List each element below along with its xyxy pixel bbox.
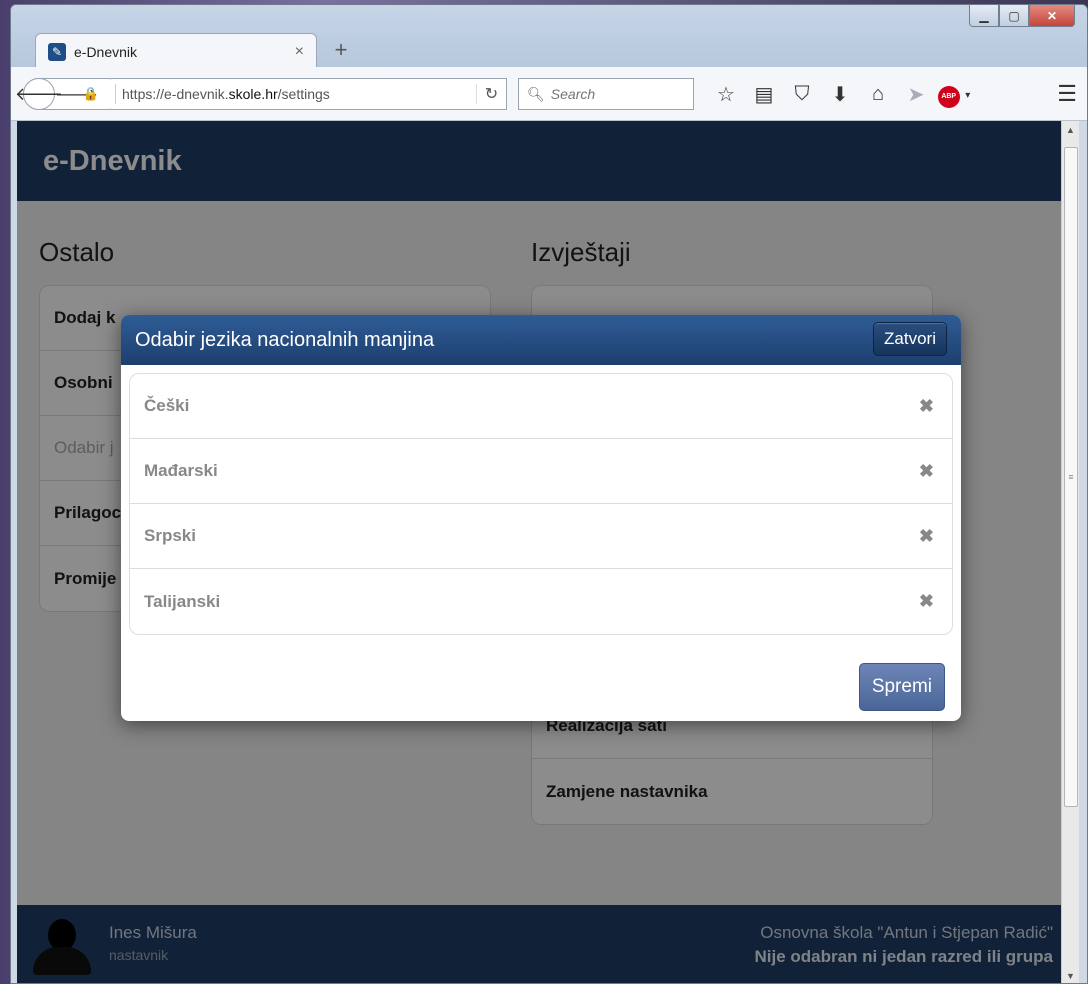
list-item: Srpski ✖ bbox=[130, 504, 952, 569]
forward-button[interactable]: 🡒 bbox=[55, 84, 98, 105]
share-icon[interactable]: ➤ bbox=[897, 82, 935, 107]
remove-icon[interactable]: ✖ bbox=[919, 591, 934, 612]
navigation-bar: 🡐 🡒 🔒 https://e-dnevnik.skole.hr/setting… bbox=[11, 67, 1087, 121]
download-icon[interactable]: ⬇ bbox=[821, 82, 859, 107]
url-prefix: https://e-dnevnik. bbox=[122, 86, 229, 102]
url-separator bbox=[115, 84, 116, 104]
hamburger-menu-icon[interactable]: ☰ bbox=[1057, 81, 1077, 107]
list-item: Češki ✖ bbox=[130, 374, 952, 439]
url-text[interactable]: https://e-dnevnik.skole.hr/settings bbox=[122, 86, 476, 102]
browser-window: ▁ ▢ ✕ ✎ e-Dnevnik × + 🡐 🡒 🔒 https://e-dn… bbox=[10, 4, 1088, 984]
scroll-thumb[interactable]: ≡ bbox=[1064, 147, 1078, 807]
modal-title: Odabir jezika nacionalnih manjina bbox=[135, 328, 435, 351]
language-name: Mađarski bbox=[144, 461, 218, 480]
url-bar[interactable]: https://e-dnevnik.skole.hr/settings ↻ bbox=[111, 78, 507, 110]
remove-icon[interactable]: ✖ bbox=[919, 396, 934, 417]
remove-icon[interactable]: ✖ bbox=[919, 461, 934, 482]
scroll-up-icon[interactable]: ▲ bbox=[1062, 121, 1079, 139]
scroll-down-icon[interactable]: ▼ bbox=[1062, 967, 1079, 983]
new-tab-button[interactable]: + bbox=[329, 37, 353, 63]
home-icon[interactable]: ⌂ bbox=[859, 83, 897, 106]
star-icon[interactable]: ☆ bbox=[707, 82, 745, 107]
browser-tab[interactable]: ✎ e-Dnevnik × bbox=[35, 33, 317, 69]
minimize-button[interactable]: ▁ bbox=[969, 5, 999, 27]
adblock-icon[interactable]: ABP ▾ bbox=[935, 81, 973, 108]
maximize-button[interactable]: ▢ bbox=[999, 5, 1029, 27]
window-controls: ▁ ▢ ✕ bbox=[969, 5, 1075, 31]
language-name: Češki bbox=[144, 396, 190, 415]
favicon-icon: ✎ bbox=[48, 42, 66, 61]
language-list: Češki ✖ Mađarski ✖ Srpski ✖ Talijanski ✖ bbox=[129, 373, 953, 635]
search-box[interactable]: 🔍︎ bbox=[518, 78, 694, 110]
list-item: Talijanski ✖ bbox=[130, 569, 952, 634]
url-path: /settings bbox=[277, 86, 330, 102]
adblock-label: ABP bbox=[937, 85, 960, 108]
page-viewport: e-Dnevnik Ostalo Dodaj k Osobni Odabir j… bbox=[17, 121, 1065, 983]
reading-list-icon[interactable]: ▤ bbox=[745, 82, 783, 107]
search-input[interactable] bbox=[550, 86, 691, 102]
toolbar-icons: ☆ ▤ ⛉ ⬇ ⌂ ➤ ABP ▾ bbox=[707, 81, 973, 108]
modal-header: Odabir jezika nacionalnih manjina Zatvor… bbox=[121, 315, 961, 365]
close-button[interactable]: Zatvori bbox=[873, 322, 947, 356]
reload-icon[interactable]: ↻ bbox=[476, 84, 506, 104]
back-button[interactable]: 🡐 bbox=[15, 78, 63, 110]
save-button[interactable]: Spremi bbox=[858, 663, 945, 711]
close-window-button[interactable]: ✕ bbox=[1029, 5, 1075, 27]
vertical-scrollbar[interactable]: ▲ ≡ ▼ bbox=[1061, 121, 1079, 983]
list-item: Mađarski ✖ bbox=[130, 439, 952, 504]
tab-title: e-Dnevnik bbox=[74, 43, 138, 60]
language-name: Srpski bbox=[144, 526, 196, 545]
url-domain: skole.hr bbox=[228, 86, 278, 102]
tab-close-icon[interactable]: × bbox=[295, 43, 304, 61]
language-name: Talijanski bbox=[144, 591, 221, 611]
title-bar: ▁ ▢ ✕ ✎ e-Dnevnik × + bbox=[11, 5, 1087, 69]
language-modal: Odabir jezika nacionalnih manjina Zatvor… bbox=[121, 315, 961, 721]
lock-icon[interactable]: 🔒 bbox=[81, 86, 101, 102]
search-icon: 🔍︎ bbox=[527, 85, 545, 102]
remove-icon[interactable]: ✖ bbox=[919, 526, 934, 547]
back-forward-group: 🡐 🡒 🔒 bbox=[15, 78, 113, 110]
pocket-icon[interactable]: ⛉ bbox=[783, 83, 821, 106]
